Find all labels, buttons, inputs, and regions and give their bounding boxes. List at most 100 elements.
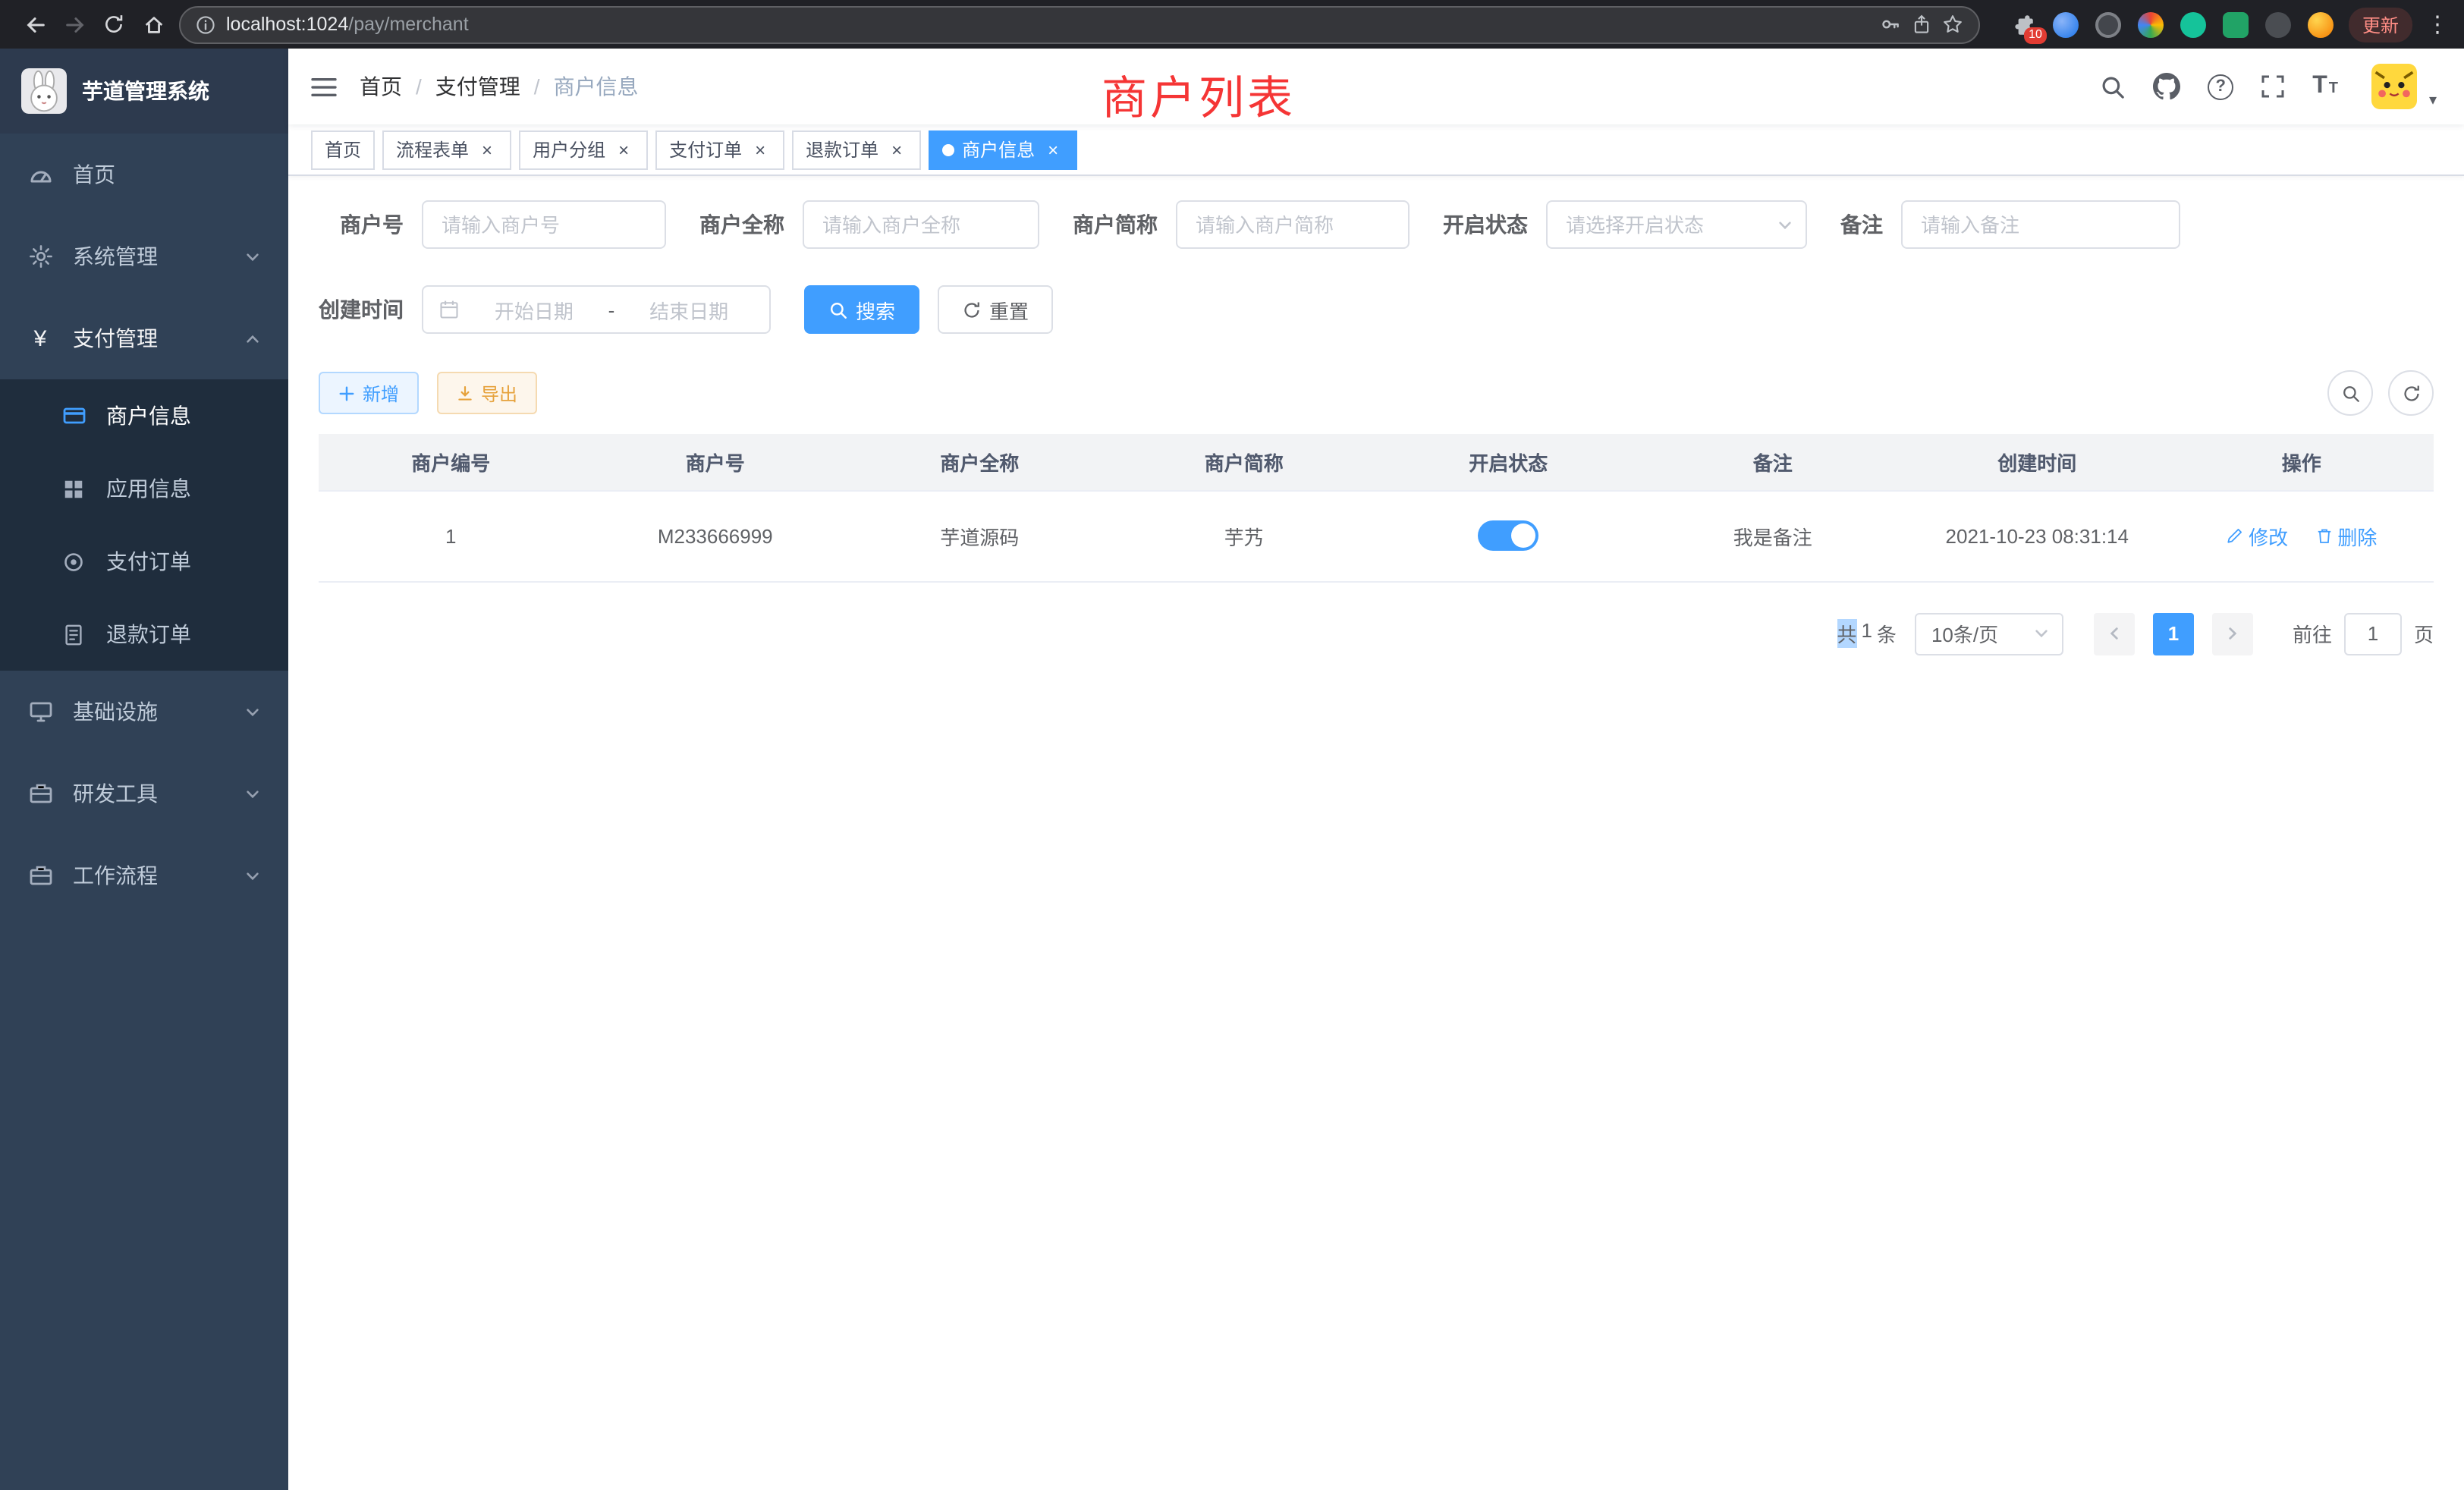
app-logo[interactable]: 芋道管理系统 — [0, 49, 288, 134]
site-info-icon[interactable] — [196, 14, 215, 34]
filter-short-name: 商户简称 — [1073, 200, 1410, 249]
font-size-icon[interactable]: TT — [2312, 73, 2338, 100]
plus-icon — [338, 385, 355, 401]
bookmark-star-icon[interactable] — [1942, 14, 1963, 35]
goto-prefix: 前往 — [2293, 619, 2332, 648]
status-select[interactable] — [1546, 200, 1807, 249]
browser-menu-icon[interactable]: ⋮ — [2426, 11, 2449, 38]
breadcrumb-current: 商户信息 — [554, 71, 639, 102]
close-icon[interactable]: × — [886, 139, 907, 160]
reset-button[interactable]: 重置 — [938, 285, 1053, 334]
status-toggle[interactable] — [1478, 520, 1538, 551]
hamburger-icon[interactable] — [311, 75, 337, 98]
close-icon[interactable]: × — [476, 139, 498, 160]
breadcrumb-payment[interactable]: 支付管理 — [435, 71, 520, 102]
export-button[interactable]: 导出 — [437, 372, 537, 414]
pagination-goto: 前往 页 — [2293, 612, 2434, 655]
short-name-label: 商户简称 — [1073, 209, 1158, 240]
sidebar-item-dev-tools[interactable]: 研发工具 — [0, 753, 288, 835]
sidebar-item-label: 研发工具 — [73, 778, 158, 809]
page-size-select[interactable]: 10条/页 — [1915, 612, 2063, 655]
extension-icon-green-square[interactable] — [2223, 11, 2249, 37]
tab-pay-order[interactable]: 支付订单× — [655, 130, 784, 169]
user-avatar[interactable]: ▾ — [2371, 64, 2417, 109]
app-shell: 芋道管理系统 首页 系统管理 ¥ 支付管理 商户信息 — [0, 49, 2464, 1490]
sidebar-item-system[interactable]: 系统管理 — [0, 215, 288, 297]
browser-reload-button[interactable] — [94, 5, 134, 44]
tab-process-form[interactable]: 流程表单× — [382, 130, 511, 169]
browser-update-button[interactable]: 更新 — [2349, 7, 2412, 42]
extension-icon-multicolor[interactable] — [2138, 11, 2164, 37]
close-icon[interactable]: × — [750, 139, 771, 160]
edit-link[interactable]: 修改 — [2226, 521, 2288, 550]
close-icon[interactable]: × — [1042, 139, 1064, 160]
tab-user-group[interactable]: 用户分组× — [519, 130, 648, 169]
github-icon[interactable] — [2153, 73, 2180, 100]
sidebar-item-home[interactable]: 首页 — [0, 134, 288, 215]
remark-label: 备注 — [1840, 209, 1883, 240]
merchant-no-input[interactable] — [422, 200, 666, 249]
extension-icon-emoji[interactable] — [2308, 11, 2334, 37]
breadcrumb-home[interactable]: 首页 — [360, 71, 402, 102]
col-merchant-no: 商户号 — [583, 434, 848, 490]
browser-home-button[interactable] — [134, 5, 173, 44]
cell-full-name: 芋道源码 — [847, 490, 1112, 581]
next-page-button[interactable] — [2212, 612, 2253, 655]
extension-icon-dark[interactable] — [2095, 11, 2121, 37]
prev-page-button[interactable] — [2094, 612, 2135, 655]
app-title: 芋道管理系统 — [82, 76, 209, 106]
browser-toolbar: localhost:1024/pay/merchant 10 更新 ⋮ — [0, 0, 2464, 49]
col-create-time: 创建时间 — [1905, 434, 2170, 490]
search-button[interactable]: 搜索 — [804, 285, 919, 334]
fullscreen-icon[interactable] — [2261, 74, 2285, 99]
full-name-input[interactable] — [803, 200, 1039, 249]
share-icon[interactable] — [1912, 14, 1931, 35]
remark-input[interactable] — [1901, 200, 2180, 249]
url-host: localhost:1024 — [226, 14, 348, 35]
sidebar-item-payment[interactable]: ¥ 支付管理 — [0, 297, 288, 379]
add-button[interactable]: 新增 — [319, 372, 419, 414]
table-header-row: 商户编号 商户号 商户全称 商户简称 开启状态 备注 创建时间 操作 — [319, 434, 2434, 490]
delete-link[interactable]: 删除 — [2315, 521, 2377, 550]
total-suffix: 条 — [1877, 619, 1897, 648]
tab-home[interactable]: 首页 — [311, 130, 375, 169]
page-number-button[interactable]: 1 — [2153, 612, 2194, 655]
address-bar[interactable]: localhost:1024/pay/merchant — [179, 5, 1980, 43]
font-size-small: T — [2329, 80, 2338, 97]
goto-page-input[interactable] — [2344, 612, 2402, 655]
pagination: 共 1 条 10条/页 1 前往 页 — [319, 612, 2434, 655]
password-key-icon[interactable] — [1880, 14, 1901, 35]
total-prefix: 共 — [1837, 619, 1856, 648]
close-icon[interactable]: × — [613, 139, 634, 160]
extension-icon-pin[interactable] — [2265, 11, 2291, 37]
col-full-name: 商户全称 — [847, 434, 1112, 490]
show-search-toggle-button[interactable] — [2327, 370, 2373, 416]
sidebar-item-app-info[interactable]: 应用信息 — [0, 452, 288, 525]
refresh-table-button[interactable] — [2388, 370, 2434, 416]
sidebar-item-label: 工作流程 — [73, 860, 158, 891]
tab-refund-order[interactable]: 退款订单× — [792, 130, 921, 169]
help-icon[interactable]: ? — [2208, 74, 2233, 99]
search-icon[interactable] — [2100, 74, 2126, 99]
pagination-total: 共 1 条 — [1837, 619, 1897, 648]
edit-icon — [2226, 527, 2244, 545]
trash-icon — [2315, 527, 2333, 545]
font-size-large: T — [2312, 73, 2327, 100]
sidebar-item-workflow[interactable]: 工作流程 — [0, 835, 288, 916]
cell-create-time: 2021-10-23 08:31:14 — [1905, 490, 2170, 581]
browser-back-button[interactable] — [15, 5, 55, 44]
short-name-input[interactable] — [1176, 200, 1410, 249]
chevron-down-icon — [244, 867, 261, 884]
browser-forward-button[interactable] — [55, 5, 94, 44]
extension-icon-blue[interactable] — [2053, 11, 2079, 37]
sidebar-item-pay-order[interactable]: 支付订单 — [0, 525, 288, 598]
status-select-input[interactable] — [1546, 200, 1807, 249]
cell-merchant-id: 1 — [319, 490, 583, 581]
tab-merchant-info[interactable]: 商户信息× — [929, 130, 1077, 169]
extensions-puzzle-icon[interactable]: 10 — [2010, 11, 2036, 37]
extension-icon-green-circle[interactable] — [2180, 11, 2206, 37]
sidebar-item-infrastructure[interactable]: 基础设施 — [0, 671, 288, 753]
sidebar-item-refund-order[interactable]: 退款订单 — [0, 598, 288, 671]
sidebar-item-merchant-info[interactable]: 商户信息 — [0, 379, 288, 452]
date-range-picker[interactable]: 开始日期 - 结束日期 — [422, 285, 771, 334]
